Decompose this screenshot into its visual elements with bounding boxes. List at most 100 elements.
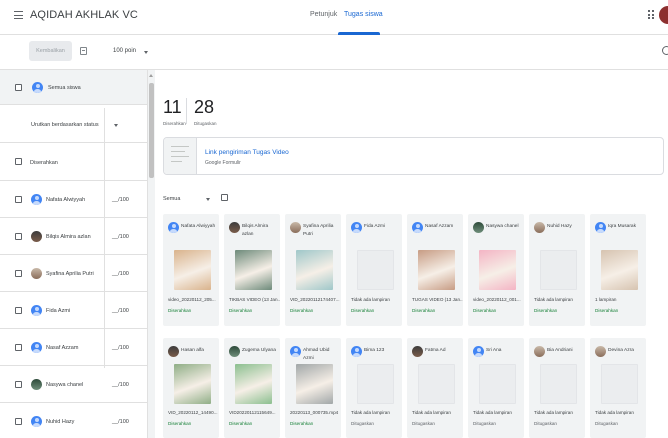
folder-icon[interactable] <box>221 194 228 201</box>
submission-card[interactable]: Nafata Alwiyyah video_20220112_205... Dise… <box>163 214 219 326</box>
account-avatar[interactable] <box>659 6 668 24</box>
card-student-name: Fatma Ad <box>425 348 446 353</box>
submission-thumbnail[interactable] <box>296 364 333 404</box>
submission-thumbnail[interactable] <box>296 250 333 290</box>
submission-card[interactable]: Nasywa chanel video_20220112_001... Disera… <box>468 214 524 326</box>
card-attachment-name[interactable]: Tidak ada lampiran <box>534 297 573 302</box>
student-row[interactable]: Nuhid Hazy __/100 <box>0 403 147 438</box>
submission-card[interactable]: Nasaf Azzam TUGAS VIDEO (13 Jan... Diserah… <box>407 214 463 326</box>
student-grade-field[interactable]: __/100 <box>112 345 129 351</box>
student-grade-field[interactable]: __/100 <box>112 197 129 203</box>
student-checkbox[interactable] <box>15 307 22 314</box>
submission-card[interactable]: Bia Andriani Tidak ada lampiran Ditugaskan <box>529 338 585 438</box>
points-select[interactable]: 100 poin <box>113 48 136 54</box>
submission-card[interactable]: Nuhid Hazy Tidak ada lampiran Diserahkan <box>529 214 585 326</box>
student-checkbox[interactable] <box>15 233 22 240</box>
submission-card[interactable]: Devina Azra Tidak ada lampiran Ditugaskan <box>590 338 646 438</box>
card-attachment-name[interactable]: 1 lampiran <box>595 297 616 302</box>
student-grade-field[interactable]: __/100 <box>112 308 129 314</box>
tab-student-work[interactable]: Tugas siswa <box>344 11 383 18</box>
card-attachment-name[interactable]: Tidak ada lampiran <box>351 410 390 415</box>
submission-card[interactable]: Sri Ana Tidak ada lampiran Ditugaskan <box>468 338 524 438</box>
filter-dropdown-icon[interactable] <box>206 198 210 201</box>
card-student-name: Devina Azra <box>608 348 634 353</box>
submission-card[interactable]: Bilqis Almira azlan TIKBAS VIDEO (13 Jan.… <box>224 214 280 326</box>
card-attachment-name[interactable]: TUGAS VIDEO (13 Jan... <box>412 297 463 302</box>
section-checkbox[interactable] <box>15 158 22 165</box>
student-row[interactable]: Nasywa chanel __/100 <box>0 366 147 403</box>
submission-thumbnail[interactable] <box>174 250 211 290</box>
student-checkbox[interactable] <box>15 344 22 351</box>
student-grade-field[interactable]: __/100 <box>112 271 129 277</box>
student-checkbox[interactable] <box>15 381 22 388</box>
card-attachment-name[interactable]: Tidak ada lampiran <box>534 410 573 415</box>
student-grade-field[interactable]: __/100 <box>112 234 129 240</box>
card-attachment-name[interactable]: video_20220112_205... <box>168 297 216 302</box>
sort-row[interactable]: Urutkan berdasarkan status <box>0 105 147 143</box>
card-avatar <box>168 222 179 233</box>
student-grade-field[interactable]: __/100 <box>112 419 129 425</box>
student-name: Nasywa chanel <box>46 382 84 388</box>
select-all-checkbox[interactable] <box>15 84 22 91</box>
submission-card[interactable]: Bima 123 Tidak ada lampiran Ditugaskan <box>346 338 402 438</box>
student-checkbox[interactable] <box>15 270 22 277</box>
card-avatar <box>473 346 484 357</box>
submission-card[interactable]: Ahmad Ubid Azmi 20220113_000735.mp4 Disera… <box>285 338 341 438</box>
form-attachment[interactable]: Link pengiriman Tugas Video Google Formu… <box>163 137 664 175</box>
student-row[interactable]: Nasaf Azzam __/100 <box>0 329 147 366</box>
hamburger-menu-icon[interactable] <box>14 11 23 19</box>
settings-gear-icon[interactable] <box>662 46 668 55</box>
class-title[interactable]: AQIDAH AKHLAK VC <box>30 9 138 21</box>
scrollbar-thumb[interactable] <box>149 83 154 178</box>
card-attachment-name[interactable]: Tidak ada lampiran <box>595 410 634 415</box>
empty-thumbnail <box>479 364 516 404</box>
email-icon[interactable] <box>80 47 87 55</box>
student-checkbox[interactable] <box>15 418 22 425</box>
return-button[interactable]: Kembalikan <box>29 41 72 61</box>
sort-select[interactable]: Urutkan berdasarkan status <box>31 122 99 128</box>
all-students-row[interactable]: Semua siswa <box>0 70 147 105</box>
tab-instructions[interactable]: Petunjuk <box>310 11 337 18</box>
attachment-title[interactable]: Link pengiriman Tugas Video <box>205 149 289 156</box>
submission-card[interactable]: Zugema Ulyana VID20220112115649... Diserah… <box>224 338 280 438</box>
student-row[interactable]: Nafata Alwiyyah __/100 <box>0 181 147 218</box>
submission-card[interactable]: Iqra Musarak 1 lampiran Diserahkan <box>590 214 646 326</box>
points-dropdown-icon[interactable] <box>144 51 148 54</box>
submission-thumbnail[interactable] <box>601 250 638 290</box>
submission-thumbnail[interactable] <box>174 364 211 404</box>
empty-thumbnail <box>601 364 638 404</box>
student-row[interactable]: Syafina Aprilia Putri __/100 <box>0 255 147 292</box>
card-attachment-name[interactable]: 20220113_000735.mp4 <box>290 410 338 415</box>
submission-thumbnail[interactable] <box>418 250 455 290</box>
card-attachment-name[interactable]: Tidak ada lampiran <box>473 410 512 415</box>
card-attachment-name[interactable]: video_20220112_001... <box>473 297 521 302</box>
filter-select[interactable]: Semua <box>163 196 180 202</box>
group-icon <box>32 82 43 93</box>
all-students-label: Semua siswa <box>48 85 81 91</box>
submission-thumbnail[interactable] <box>235 250 272 290</box>
scroll-up-arrow-icon[interactable] <box>149 74 153 77</box>
card-status: Diserahkan <box>229 308 253 313</box>
student-row[interactable]: Bilqis Almira azlan __/100 <box>0 218 147 255</box>
submission-card[interactable]: Fida Azmi Tidak ada lampiran Diserahkan <box>346 214 402 326</box>
card-attachment-name[interactable]: Tidak ada lampiran <box>351 297 390 302</box>
card-attachment-name[interactable]: VID_20220112_14490... <box>168 410 217 415</box>
card-avatar <box>168 346 179 357</box>
card-attachment-name[interactable]: TIKBAS VIDEO (13 Jan... <box>229 297 280 302</box>
card-attachment-name[interactable]: VID_20220112174407... <box>290 297 339 302</box>
student-list-panel: Semua siswa Urutkan berdasarkan status D… <box>0 70 148 438</box>
submission-thumbnail[interactable] <box>479 250 516 290</box>
student-checkbox[interactable] <box>15 196 22 203</box>
card-student-name: Nasywa chanel <box>486 224 519 229</box>
submission-thumbnail[interactable] <box>235 364 272 404</box>
card-avatar <box>473 222 484 233</box>
submission-card[interactable]: Syafina Aprilia Putri VID_20220112174407.… <box>285 214 341 326</box>
student-row[interactable]: Fida Azmi __/100 <box>0 292 147 329</box>
submission-card[interactable]: Hasan alfa VID_20220112_14490... Diserahka… <box>163 338 219 438</box>
apps-grid-icon[interactable] <box>648 10 654 20</box>
card-attachment-name[interactable]: Tidak ada lampiran <box>412 410 451 415</box>
student-grade-field[interactable]: __/100 <box>112 382 129 388</box>
sort-dropdown-icon[interactable] <box>114 124 118 127</box>
submission-card[interactable]: Fatma Ad Tidak ada lampiran Ditugaskan <box>407 338 463 438</box>
card-attachment-name[interactable]: VID20220112115649... <box>229 410 276 415</box>
